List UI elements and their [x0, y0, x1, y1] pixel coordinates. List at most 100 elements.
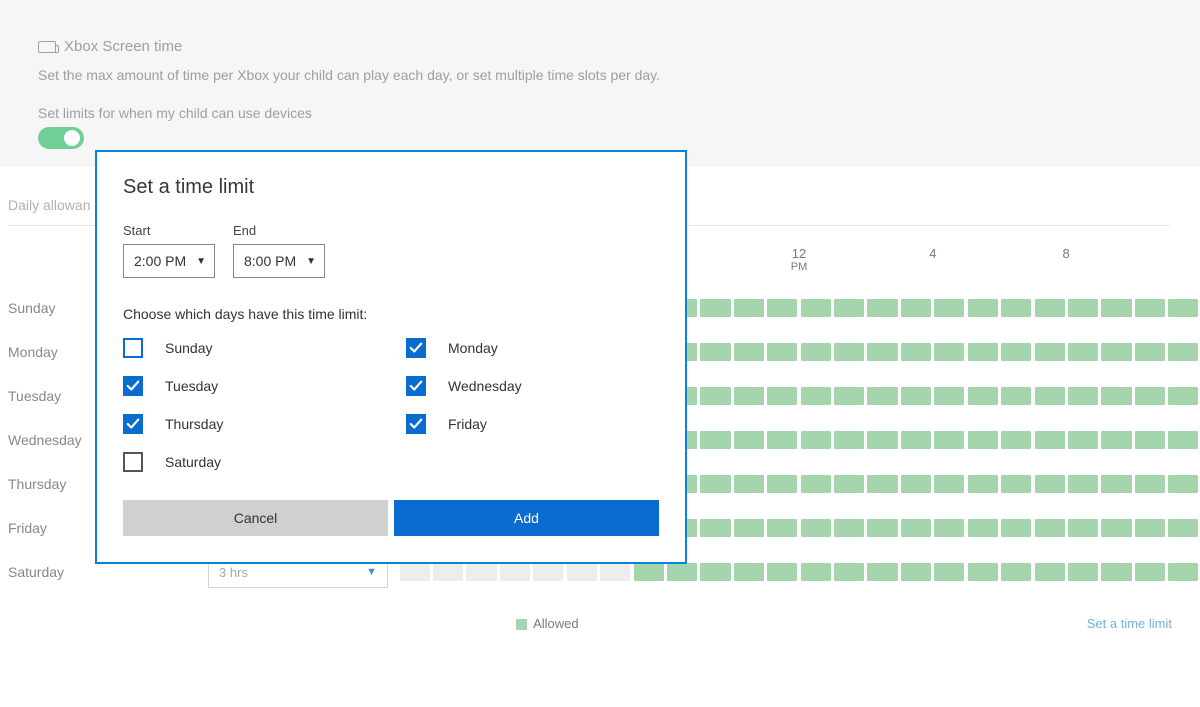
hour-slot: [767, 343, 797, 361]
day-option-label: Sunday: [165, 340, 212, 356]
checkbox-checked-icon: [406, 338, 426, 358]
time-tick: 12PM: [791, 246, 808, 273]
hour-slot: [1168, 299, 1198, 317]
hours-value: 3 hrs: [219, 565, 248, 580]
hour-slot: [934, 299, 964, 317]
day-checkbox-thursday[interactable]: Thursday: [123, 414, 376, 434]
hour-slot: [1068, 563, 1098, 581]
start-time-select[interactable]: 2:00 PM ▼: [123, 244, 215, 278]
day-timeline[interactable]: [398, 563, 1200, 581]
section-title: Xbox Screen time: [64, 38, 182, 55]
hour-slot: [1001, 387, 1031, 405]
hour-slot: [1101, 475, 1131, 493]
hour-slot: [867, 343, 897, 361]
day-checkbox-friday[interactable]: Friday: [406, 414, 659, 434]
checkbox-checked-icon: [406, 376, 426, 396]
day-checkbox-monday[interactable]: Monday: [406, 338, 659, 358]
hour-slot: [1168, 475, 1198, 493]
hour-slot: [1101, 519, 1131, 537]
hour-slot: [734, 387, 764, 405]
hour-slot: [734, 431, 764, 449]
hour-slot: [867, 475, 897, 493]
hour-slot: [968, 299, 998, 317]
day-checkbox-sunday[interactable]: Sunday: [123, 338, 376, 358]
legend-allowed: Allowed: [8, 616, 1087, 631]
limits-toggle[interactable]: [38, 127, 84, 149]
hour-slot: [1035, 519, 1065, 537]
start-label: Start: [123, 223, 215, 238]
hour-slot: [1135, 387, 1165, 405]
hour-slot: [767, 475, 797, 493]
hour-slot: [533, 563, 563, 581]
day-option-label: Saturday: [165, 454, 221, 470]
chevron-down-icon: ▼: [306, 256, 316, 267]
hour-slot: [700, 343, 730, 361]
hour-slot: [1068, 475, 1098, 493]
hour-slot: [968, 387, 998, 405]
checkbox-checked-icon: [123, 414, 143, 434]
hour-slot: [901, 431, 931, 449]
hour-slot: [968, 519, 998, 537]
hour-slot: [667, 563, 697, 581]
set-time-limit-link[interactable]: Set a time limit: [1087, 616, 1200, 631]
hour-slot: [968, 431, 998, 449]
hour-slot: [1068, 431, 1098, 449]
hour-slot: [867, 563, 897, 581]
hour-slot: [901, 299, 931, 317]
day-checkbox-wednesday[interactable]: Wednesday: [406, 376, 659, 396]
hour-slot: [1168, 431, 1198, 449]
hour-slot: [500, 563, 530, 581]
hour-slot: [1101, 387, 1131, 405]
end-time-select[interactable]: 8:00 PM ▼: [233, 244, 325, 278]
hour-slot: [934, 343, 964, 361]
device-icon: [38, 41, 56, 53]
hour-slot: [834, 299, 864, 317]
day-option-label: Monday: [448, 340, 498, 356]
hour-slot: [834, 387, 864, 405]
hour-slot: [867, 431, 897, 449]
hour-slot: [834, 475, 864, 493]
hour-slot: [867, 299, 897, 317]
hour-slot: [1101, 299, 1131, 317]
toggle-label: Set limits for when my child can use dev…: [38, 105, 1162, 121]
hour-slot: [834, 431, 864, 449]
hour-slot: [734, 343, 764, 361]
hour-slot: [634, 563, 664, 581]
hour-slot: [700, 519, 730, 537]
hour-slot: [1168, 343, 1198, 361]
hour-slot: [1001, 431, 1031, 449]
hour-slot: [801, 563, 831, 581]
hour-slot: [901, 387, 931, 405]
hour-slot: [1135, 563, 1165, 581]
day-option-label: Friday: [448, 416, 487, 432]
hour-slot: [1035, 431, 1065, 449]
day-option-label: Thursday: [165, 416, 223, 432]
time-tick: 4: [929, 246, 936, 261]
hour-slot: [934, 475, 964, 493]
hour-slot: [1035, 299, 1065, 317]
day-label: Saturday: [8, 564, 208, 580]
toggle-knob: [64, 130, 80, 146]
hour-slot: [700, 563, 730, 581]
cancel-button[interactable]: Cancel: [123, 500, 388, 536]
hour-slot: [767, 431, 797, 449]
day-checkbox-saturday[interactable]: Saturday: [123, 452, 376, 472]
hour-slot: [801, 475, 831, 493]
hour-slot: [734, 299, 764, 317]
hour-slot: [1135, 475, 1165, 493]
hour-slot: [1101, 431, 1131, 449]
day-checkbox-tuesday[interactable]: Tuesday: [123, 376, 376, 396]
hour-slot: [433, 563, 463, 581]
hour-slot: [767, 563, 797, 581]
hour-slot: [700, 431, 730, 449]
hour-slot: [801, 431, 831, 449]
hour-slot: [834, 343, 864, 361]
hour-slot: [901, 563, 931, 581]
screen-time-header: Xbox Screen time Set the max amount of t…: [0, 0, 1200, 167]
hour-slot: [700, 387, 730, 405]
end-time-value: 8:00 PM: [244, 253, 296, 269]
hour-slot: [801, 343, 831, 361]
checkbox-checked-icon: [123, 376, 143, 396]
hour-slot: [400, 563, 430, 581]
add-button[interactable]: Add: [394, 500, 659, 536]
